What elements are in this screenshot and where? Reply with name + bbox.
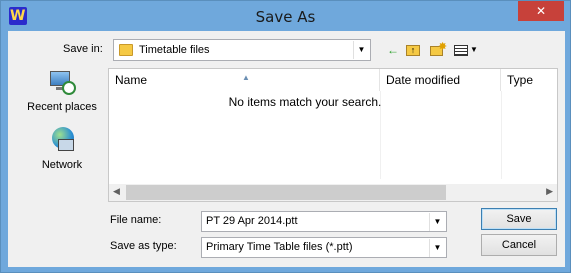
horizontal-scrollbar[interactable]: ◀ ▶: [109, 184, 557, 201]
place-recent-places[interactable]: Recent places: [16, 69, 108, 113]
new-folder-button[interactable]: ✸: [429, 41, 447, 59]
recent-places-icon: [48, 69, 76, 97]
chevron-down-icon[interactable]: ▼: [353, 41, 369, 59]
save-in-value: Timetable files: [139, 44, 210, 56]
scrollbar-thumb[interactable]: [126, 185, 446, 200]
scroll-right-icon[interactable]: ▶: [546, 186, 553, 197]
empty-message: No items match your search.: [228, 95, 382, 109]
column-header-date-modified[interactable]: Date modified: [380, 69, 501, 91]
save-as-type-value: Primary Time Table files (*.ptt): [206, 241, 353, 253]
place-network[interactable]: Network: [16, 127, 108, 171]
place-label: Network: [41, 159, 83, 171]
up-folder-button[interactable]: ↑: [405, 41, 421, 59]
file-name-value: PT 29 Apr 2014.ptt: [206, 215, 298, 227]
column-header-name[interactable]: Name ▲: [109, 69, 380, 91]
chevron-down-icon: ▼: [470, 45, 478, 54]
save-in-label: Save in:: [63, 43, 103, 55]
save-button[interactable]: Save: [481, 208, 557, 230]
place-label: Recent places: [27, 101, 97, 113]
network-icon: [48, 127, 76, 155]
folder-icon: [119, 44, 133, 56]
chevron-down-icon[interactable]: ▼: [429, 213, 445, 231]
scroll-left-icon[interactable]: ◀: [113, 186, 120, 197]
sparkle-icon: ✸: [438, 41, 448, 53]
close-button[interactable]: ✕: [518, 1, 564, 21]
file-name-field[interactable]: PT 29 Apr 2014.ptt ▼: [201, 211, 447, 232]
view-details-icon: [454, 45, 468, 56]
cancel-button[interactable]: Cancel: [481, 234, 557, 256]
file-name-label: File name:: [110, 214, 162, 226]
save-as-type-dropdown[interactable]: Primary Time Table files (*.ptt) ▼: [201, 237, 447, 258]
title-bar[interactable]: W Save As ✕: [1, 1, 570, 31]
column-header-type[interactable]: Type: [501, 69, 559, 91]
save-as-window: W Save As ✕ Save in: Timetable files ▼ ←…: [0, 0, 571, 273]
sort-ascending-icon: ▲: [242, 73, 250, 82]
back-button[interactable]: ←: [385, 41, 401, 59]
column-divider: [501, 91, 502, 179]
view-menu-button[interactable]: ▼: [454, 41, 478, 59]
chevron-down-icon[interactable]: ▼: [429, 239, 445, 257]
up-folder-icon: ↑: [406, 45, 420, 56]
save-as-type-label: Save as type:: [110, 240, 177, 252]
dialog-body: Save in: Timetable files ▼ ← ↑ ✸ ▼ Recen…: [8, 31, 565, 267]
window-title: Save As: [255, 8, 316, 26]
save-in-dropdown[interactable]: Timetable files ▼: [113, 39, 371, 61]
file-list[interactable]: Name ▲ Date modified Type No items match…: [108, 68, 558, 202]
